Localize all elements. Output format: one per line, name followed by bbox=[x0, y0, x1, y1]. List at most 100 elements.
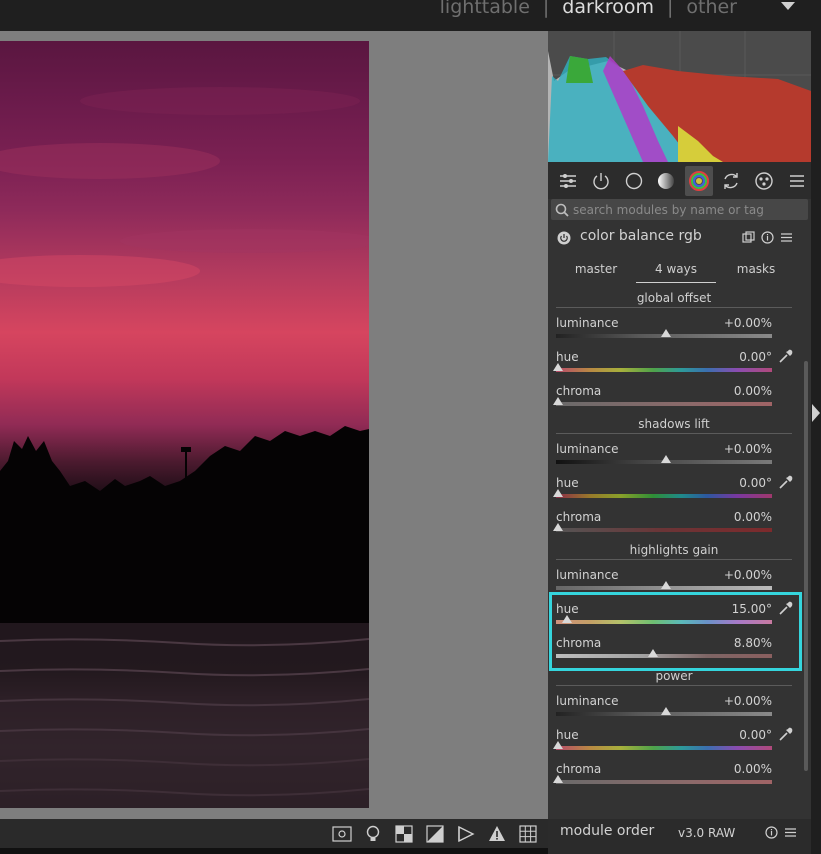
slider-track[interactable] bbox=[556, 402, 772, 406]
active-modules-icon[interactable] bbox=[587, 166, 616, 196]
view-separator: | bbox=[666, 0, 674, 18]
module-groups-bar bbox=[548, 162, 811, 199]
search-input[interactable] bbox=[573, 202, 793, 217]
slider-thumb[interactable] bbox=[553, 523, 563, 531]
color-group-icon[interactable] bbox=[684, 165, 714, 196]
module-search bbox=[551, 199, 808, 220]
slider-track[interactable] bbox=[556, 528, 772, 532]
top-bar: lighttable | darkroom | other bbox=[0, 0, 821, 31]
module-order-label[interactable]: module order bbox=[560, 823, 654, 839]
power-hue-slider[interactable]: hue 0.00° bbox=[553, 728, 772, 760]
info-icon[interactable] bbox=[765, 826, 778, 839]
search-icon bbox=[555, 203, 569, 217]
section-power: power bbox=[556, 670, 792, 686]
bulb-icon[interactable] bbox=[361, 822, 385, 846]
effect-group-icon[interactable] bbox=[750, 166, 779, 196]
guides-icon[interactable] bbox=[454, 822, 478, 846]
shadows-lift-luminance-slider[interactable]: luminance +0.00% bbox=[556, 442, 772, 474]
slider-thumb[interactable] bbox=[661, 455, 671, 463]
section-highlights-gain: highlights gain bbox=[556, 544, 792, 560]
slider-value: 0.00% bbox=[733, 762, 772, 776]
view-separator: | bbox=[542, 0, 550, 18]
module-menu-icon[interactable] bbox=[780, 231, 793, 244]
global-offset-luminance-slider[interactable]: luminance +0.00% bbox=[556, 316, 772, 348]
slider-label: luminance bbox=[556, 442, 619, 456]
slider-label: hue bbox=[556, 728, 579, 742]
histogram[interactable] bbox=[548, 31, 811, 162]
slider-value: +0.00% bbox=[723, 568, 772, 582]
color-picker-icon[interactable] bbox=[778, 726, 794, 742]
slider-thumb[interactable] bbox=[661, 707, 671, 715]
reset-icon[interactable] bbox=[761, 231, 774, 244]
view-other[interactable]: other bbox=[686, 0, 737, 18]
view-darkroom[interactable]: darkroom bbox=[562, 0, 654, 18]
overexposed-warning-icon[interactable] bbox=[485, 822, 509, 846]
multi-instance-icon[interactable] bbox=[742, 231, 755, 244]
slider-label: luminance bbox=[556, 694, 619, 708]
global-offset-hue-slider[interactable]: hue 0.00° bbox=[553, 350, 772, 382]
module-tabs: master 4 ways masks bbox=[556, 259, 796, 283]
gamut-check-icon[interactable] bbox=[423, 822, 447, 846]
highlight-box bbox=[549, 592, 802, 671]
global-offset-chroma-slider[interactable]: chroma 0.00% bbox=[553, 384, 772, 416]
slider-value: +0.00% bbox=[723, 694, 772, 708]
slider-thumb[interactable] bbox=[553, 363, 563, 371]
slider-label: chroma bbox=[556, 384, 602, 398]
slider-track[interactable] bbox=[556, 746, 772, 750]
panel-scrollbar[interactable] bbox=[804, 361, 808, 771]
menu-icon[interactable] bbox=[782, 166, 811, 196]
softproof-icon[interactable] bbox=[392, 822, 416, 846]
slider-label: chroma bbox=[556, 510, 602, 524]
right-panel: color balance rgb master 4 ways masks gl… bbox=[548, 31, 811, 854]
slider-label: hue bbox=[556, 476, 579, 490]
views-dropdown-icon[interactable] bbox=[781, 2, 795, 10]
slider-thumb[interactable] bbox=[553, 397, 563, 405]
panel-footer: module order v3.0 RAW bbox=[548, 819, 811, 854]
tab-masks[interactable]: masks bbox=[716, 259, 796, 283]
slider-thumb[interactable] bbox=[661, 581, 671, 589]
module-header[interactable]: color balance rgb bbox=[548, 224, 811, 254]
slider-value: +0.00% bbox=[723, 316, 772, 330]
filmstrip-edge bbox=[0, 848, 548, 854]
base-group-icon[interactable] bbox=[619, 166, 648, 196]
grid-icon[interactable] bbox=[516, 822, 540, 846]
photo-preview bbox=[0, 41, 369, 808]
power-luminance-slider[interactable]: luminance +0.00% bbox=[556, 694, 772, 726]
slider-value: 0.00% bbox=[733, 510, 772, 524]
slider-thumb[interactable] bbox=[661, 329, 671, 337]
correct-group-icon[interactable] bbox=[717, 166, 746, 196]
slider-track[interactable] bbox=[556, 368, 772, 372]
tone-group-icon[interactable] bbox=[652, 166, 681, 196]
view-switcher: lighttable | darkroom | other bbox=[440, 0, 737, 18]
slider-label: hue bbox=[556, 350, 579, 364]
collapse-panel-icon[interactable] bbox=[812, 404, 820, 422]
slider-value: 0.00° bbox=[739, 350, 772, 364]
slider-label: luminance bbox=[556, 316, 619, 330]
slider-value: 0.00° bbox=[739, 728, 772, 742]
section-shadows-lift: shadows lift bbox=[556, 418, 792, 434]
slider-thumb[interactable] bbox=[553, 489, 563, 497]
module-order-version[interactable]: v3.0 RAW bbox=[678, 826, 735, 840]
color-picker-icon[interactable] bbox=[778, 474, 794, 490]
color-picker-icon[interactable] bbox=[778, 348, 794, 364]
shadows-lift-hue-slider[interactable]: hue 0.00° bbox=[553, 476, 772, 508]
right-panel-edge bbox=[811, 0, 821, 854]
image-canvas[interactable] bbox=[0, 31, 548, 819]
view-lighttable[interactable]: lighttable bbox=[440, 0, 530, 18]
module-title: color balance rgb bbox=[580, 228, 702, 244]
focus-peaking-icon[interactable] bbox=[330, 822, 354, 846]
power-chroma-slider[interactable]: chroma 0.00% bbox=[553, 762, 772, 794]
tab-4-ways[interactable]: 4 ways bbox=[636, 259, 716, 283]
tab-master[interactable]: master bbox=[556, 259, 636, 283]
slider-track[interactable] bbox=[556, 780, 772, 784]
slider-value: 0.00° bbox=[739, 476, 772, 490]
slider-label: luminance bbox=[556, 568, 619, 582]
slider-thumb[interactable] bbox=[553, 775, 563, 783]
power-icon[interactable] bbox=[557, 231, 571, 245]
presets-icon[interactable] bbox=[554, 166, 583, 196]
slider-thumb[interactable] bbox=[553, 741, 563, 749]
slider-track[interactable] bbox=[556, 494, 772, 498]
shadows-lift-chroma-slider[interactable]: chroma 0.00% bbox=[553, 510, 772, 542]
section-global-offset: global offset bbox=[556, 292, 792, 308]
footer-menu-icon[interactable] bbox=[784, 826, 797, 839]
